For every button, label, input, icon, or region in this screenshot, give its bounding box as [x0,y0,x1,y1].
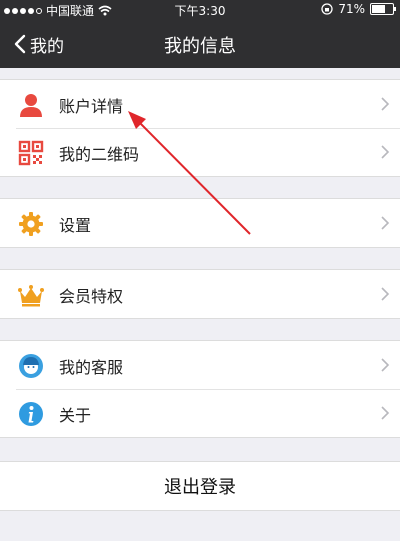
list-item-customer-service[interactable]: 我的客服 [0,341,400,389]
page-title: 我的信息 [164,36,236,57]
battery-percent: 71% [338,2,365,16]
status-right: 71% [321,2,396,16]
chevron-right-icon [381,287,390,301]
chevron-right-icon [381,97,390,111]
account-group: 账户详情 我的二维码 [0,79,400,177]
screen: 中国联通 下午3:30 71% 我的 我的信息 账户详情 我的二维码 设置 会员… [0,0,400,541]
list-item-label: 关于 [59,406,92,425]
qr-code-icon [18,140,44,166]
list-item-label: 账户详情 [59,97,124,116]
list-item-label: 我的客服 [59,358,124,377]
chevron-right-icon [381,216,390,230]
crown-icon [18,285,44,307]
customer-service-icon [19,354,43,378]
info-icon [19,402,43,426]
list-item-my-qr-code[interactable]: 我的二维码 [0,128,400,176]
list-item-account-details[interactable]: 账户详情 [0,80,400,128]
support-group: 我的客服 关于 [0,340,400,438]
status-bar: 中国联通 下午3:30 71% [0,0,400,20]
list-item-settings[interactable]: 设置 [0,199,400,247]
nav-bar: 我的 我的信息 [0,20,400,68]
header: 中国联通 下午3:30 71% 我的 我的信息 [0,0,400,68]
membership-group: 会员特权 [0,269,400,319]
list-item-label: 我的二维码 [59,145,140,164]
gear-icon [19,212,43,236]
list-item-label: 设置 [59,216,92,235]
battery-fill [372,5,385,13]
list-item-about[interactable]: 关于 [0,389,400,437]
chevron-right-icon [381,406,390,420]
chevron-right-icon [381,145,390,159]
chevron-right-icon [381,358,390,372]
list-item-label: 会员特权 [59,287,124,306]
rotation-lock-icon [321,3,333,15]
list-item-member-privileges[interactable]: 会员特权 [0,270,400,318]
logout-button[interactable]: 退出登录 [0,461,400,511]
logout-label: 退出登录 [164,477,236,498]
settings-group: 设置 [0,198,400,248]
person-icon [20,94,42,117]
battery-icon [370,3,396,15]
